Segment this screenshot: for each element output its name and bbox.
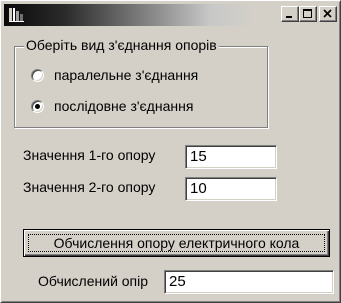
radio-series-label[interactable]: послідовне з'єднання — [54, 98, 193, 114]
radio-series-circle[interactable] — [31, 99, 44, 113]
close-icon — [323, 9, 332, 18]
result-label: Обчислений опір — [38, 273, 149, 289]
title-bar[interactable] — [4, 4, 337, 26]
app-icon[interactable] — [8, 6, 26, 24]
main-window: Оберіть вид з'єднання опорів паралельне … — [0, 0, 341, 303]
r1-label: Значення 1-го опору — [23, 147, 156, 163]
minimize-icon — [286, 16, 292, 18]
result-output[interactable]: 25 — [164, 270, 334, 294]
radio-series[interactable]: послідовне з'єднання — [31, 97, 193, 115]
radio-parallel-circle[interactable] — [31, 68, 44, 82]
radio-parallel-label[interactable]: паралельне з'єднання — [54, 67, 198, 83]
maximize-button[interactable] — [299, 6, 317, 22]
calculate-button[interactable]: Обчислення опору електричного кола — [23, 229, 330, 257]
r2-input[interactable]: 10 — [185, 177, 277, 201]
connection-type-groupbox — [14, 46, 268, 128]
r1-input[interactable]: 15 — [185, 145, 277, 169]
r2-label: Значення 2-го опору — [23, 179, 156, 195]
radio-selected-dot — [35, 103, 40, 109]
connection-type-legend: Оберіть вид з'єднання опорів — [24, 37, 219, 54]
close-button[interactable] — [319, 6, 337, 22]
maximize-icon — [303, 9, 312, 18]
radio-parallel[interactable]: паралельне з'єднання — [31, 66, 198, 84]
calculate-button-label: Обчислення опору електричного кола — [53, 235, 300, 251]
minimize-button[interactable] — [281, 6, 299, 22]
